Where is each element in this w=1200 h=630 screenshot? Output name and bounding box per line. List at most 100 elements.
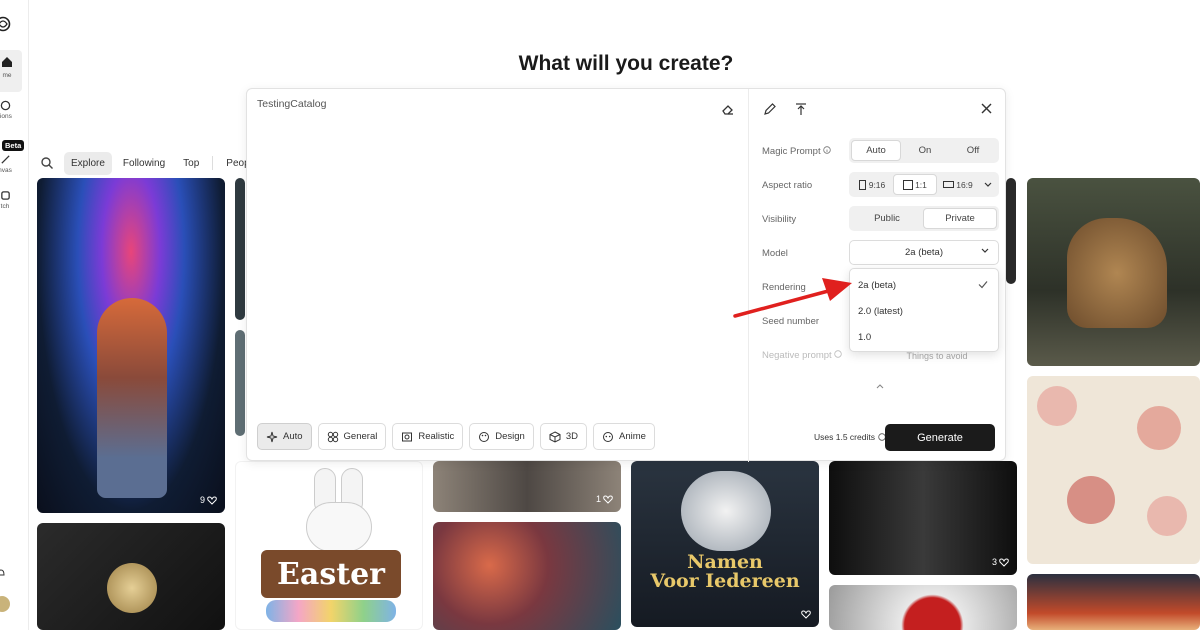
generate-button[interactable]: Generate (885, 424, 995, 451)
rendering-label: Rendering (762, 282, 806, 293)
canvas-icon (0, 155, 10, 164)
gallery-card[interactable] (1027, 376, 1200, 564)
like-count-value: 9 (199, 495, 205, 505)
bunny-head (306, 502, 372, 552)
style-anime-button[interactable]: Anime (593, 423, 655, 450)
gallery-card[interactable]: 3 (829, 461, 1017, 575)
tab-following[interactable]: Following (116, 152, 172, 175)
like-count-value: 3 (991, 557, 997, 567)
style-design-button[interactable]: Design (469, 423, 534, 450)
style-label: General (343, 431, 378, 442)
like-count[interactable] (801, 610, 811, 619)
credits-info: Uses 1.5 credits (814, 432, 886, 442)
avatar[interactable] (0, 596, 10, 612)
tab-top[interactable]: Top (176, 152, 206, 175)
gallery-card[interactable]: 9 (37, 178, 225, 513)
card-artwork-text: Namen Voor Iedereen (650, 551, 800, 592)
seed-label: Seed number (762, 316, 820, 327)
chevron-down-icon (981, 248, 989, 253)
sidebar: me tions Beta nvas tch (0, 0, 29, 630)
aspect-ratio-label: Aspect ratio (762, 180, 813, 191)
sidebar-item-creations[interactable]: tions (0, 100, 22, 120)
style-realistic-button[interactable]: Realistic (392, 423, 464, 450)
model-option-2a[interactable]: 2a (beta) (858, 280, 896, 291)
gallery-card[interactable]: 1 (433, 461, 621, 512)
style-label: Realistic (418, 431, 455, 442)
heart-icon (801, 610, 811, 619)
gallery-card[interactable] (235, 330, 245, 436)
style-3d-button[interactable]: 3D (539, 423, 587, 450)
magic-prompt-auto[interactable]: Auto (851, 140, 901, 161)
aspect-1-1[interactable]: 1:1 (893, 174, 937, 195)
visibility-label: Visibility (762, 214, 797, 225)
negative-prompt-label-text: Negative prompt (762, 350, 832, 361)
face-icon (603, 431, 613, 442)
gallery-card[interactable]: Easter (235, 461, 423, 630)
aspect-9-16[interactable]: 9:16 (851, 174, 893, 195)
aspect-16-9[interactable]: 16:9 (937, 174, 979, 195)
circle-icon (0, 100, 10, 111)
eraser-icon[interactable] (721, 102, 735, 116)
prompt-input[interactable]: TestingCatalog (257, 98, 326, 110)
gallery-card[interactable] (829, 585, 1017, 630)
visibility-toggle: Public Private (849, 206, 999, 231)
gallery-card[interactable]: Namen Voor Iedereen (631, 461, 819, 627)
sidebar-item-label: tch (0, 203, 10, 210)
info-icon[interactable] (823, 146, 831, 154)
like-count[interactable]: 3 (992, 557, 1009, 567)
style-auto-button[interactable]: Auto (257, 423, 312, 450)
visibility-private[interactable]: Private (923, 208, 997, 229)
rose-pattern (1067, 476, 1115, 524)
upload-icon[interactable] (794, 102, 808, 116)
gallery-card[interactable] (1006, 178, 1016, 284)
chevron-down-icon[interactable] (983, 181, 993, 189)
magic-prompt-label: Magic Prompt (762, 146, 831, 157)
chevron-up-icon[interactable] (875, 382, 885, 390)
visibility-public[interactable]: Public (851, 208, 923, 229)
model-option-2-0[interactable]: 2.0 (latest) (858, 306, 903, 317)
divider (212, 156, 214, 170)
beta-badge: Beta (2, 140, 25, 151)
gallery-card[interactable] (235, 178, 245, 320)
negative-prompt-label: Negative prompt (762, 350, 843, 361)
heart-icon (207, 495, 217, 505)
sidebar-item-sketch[interactable]: tch (0, 190, 22, 210)
magic-prompt-toggle: Auto On Off (849, 138, 999, 163)
info-icon[interactable] (834, 350, 843, 358)
rose-pattern (1147, 496, 1187, 536)
gallery-card[interactable] (433, 522, 621, 630)
search-icon[interactable] (40, 156, 54, 170)
magic-prompt-off[interactable]: Off (949, 140, 997, 161)
aspect-label: 9:16 (868, 179, 886, 190)
like-count-value: 1 (595, 494, 601, 504)
like-count[interactable]: 9 (200, 495, 217, 505)
aspect-label: 16:9 (956, 179, 973, 190)
style-general-button[interactable]: General (317, 423, 387, 450)
like-count[interactable]: 1 (596, 494, 613, 504)
credits-text: Uses 1.5 credits (814, 432, 875, 442)
tab-explore[interactable]: Explore (64, 151, 112, 175)
model-label: Model (762, 248, 788, 259)
magic-prompt-on[interactable]: On (901, 140, 949, 161)
bell-icon[interactable] (0, 568, 6, 578)
sidebar-item-canvas[interactable]: nvas (0, 154, 22, 174)
eggs-illustration (266, 600, 396, 622)
grid-icon (327, 431, 338, 442)
close-icon[interactable] (980, 102, 993, 115)
portrait-icon (858, 179, 866, 190)
sidebar-item-label: nvas (0, 167, 12, 174)
photo-icon (402, 432, 413, 441)
sketch-icon (0, 191, 10, 200)
cube-icon (549, 430, 561, 443)
model-option-1-0[interactable]: 1.0 (858, 332, 871, 343)
style-label: Auto (283, 431, 303, 442)
gallery-card[interactable] (1027, 574, 1200, 630)
model-select[interactable]: 2a (beta) (849, 240, 999, 265)
model-dropdown: 2a (beta) 2.0 (latest) 1.0 (849, 268, 999, 352)
panel-divider (748, 89, 749, 462)
gallery-card[interactable] (37, 523, 225, 630)
gallery-card[interactable] (1027, 178, 1200, 366)
figure-illustration (97, 298, 167, 498)
app-logo-icon[interactable] (0, 16, 11, 32)
pencil-icon[interactable] (763, 102, 777, 116)
